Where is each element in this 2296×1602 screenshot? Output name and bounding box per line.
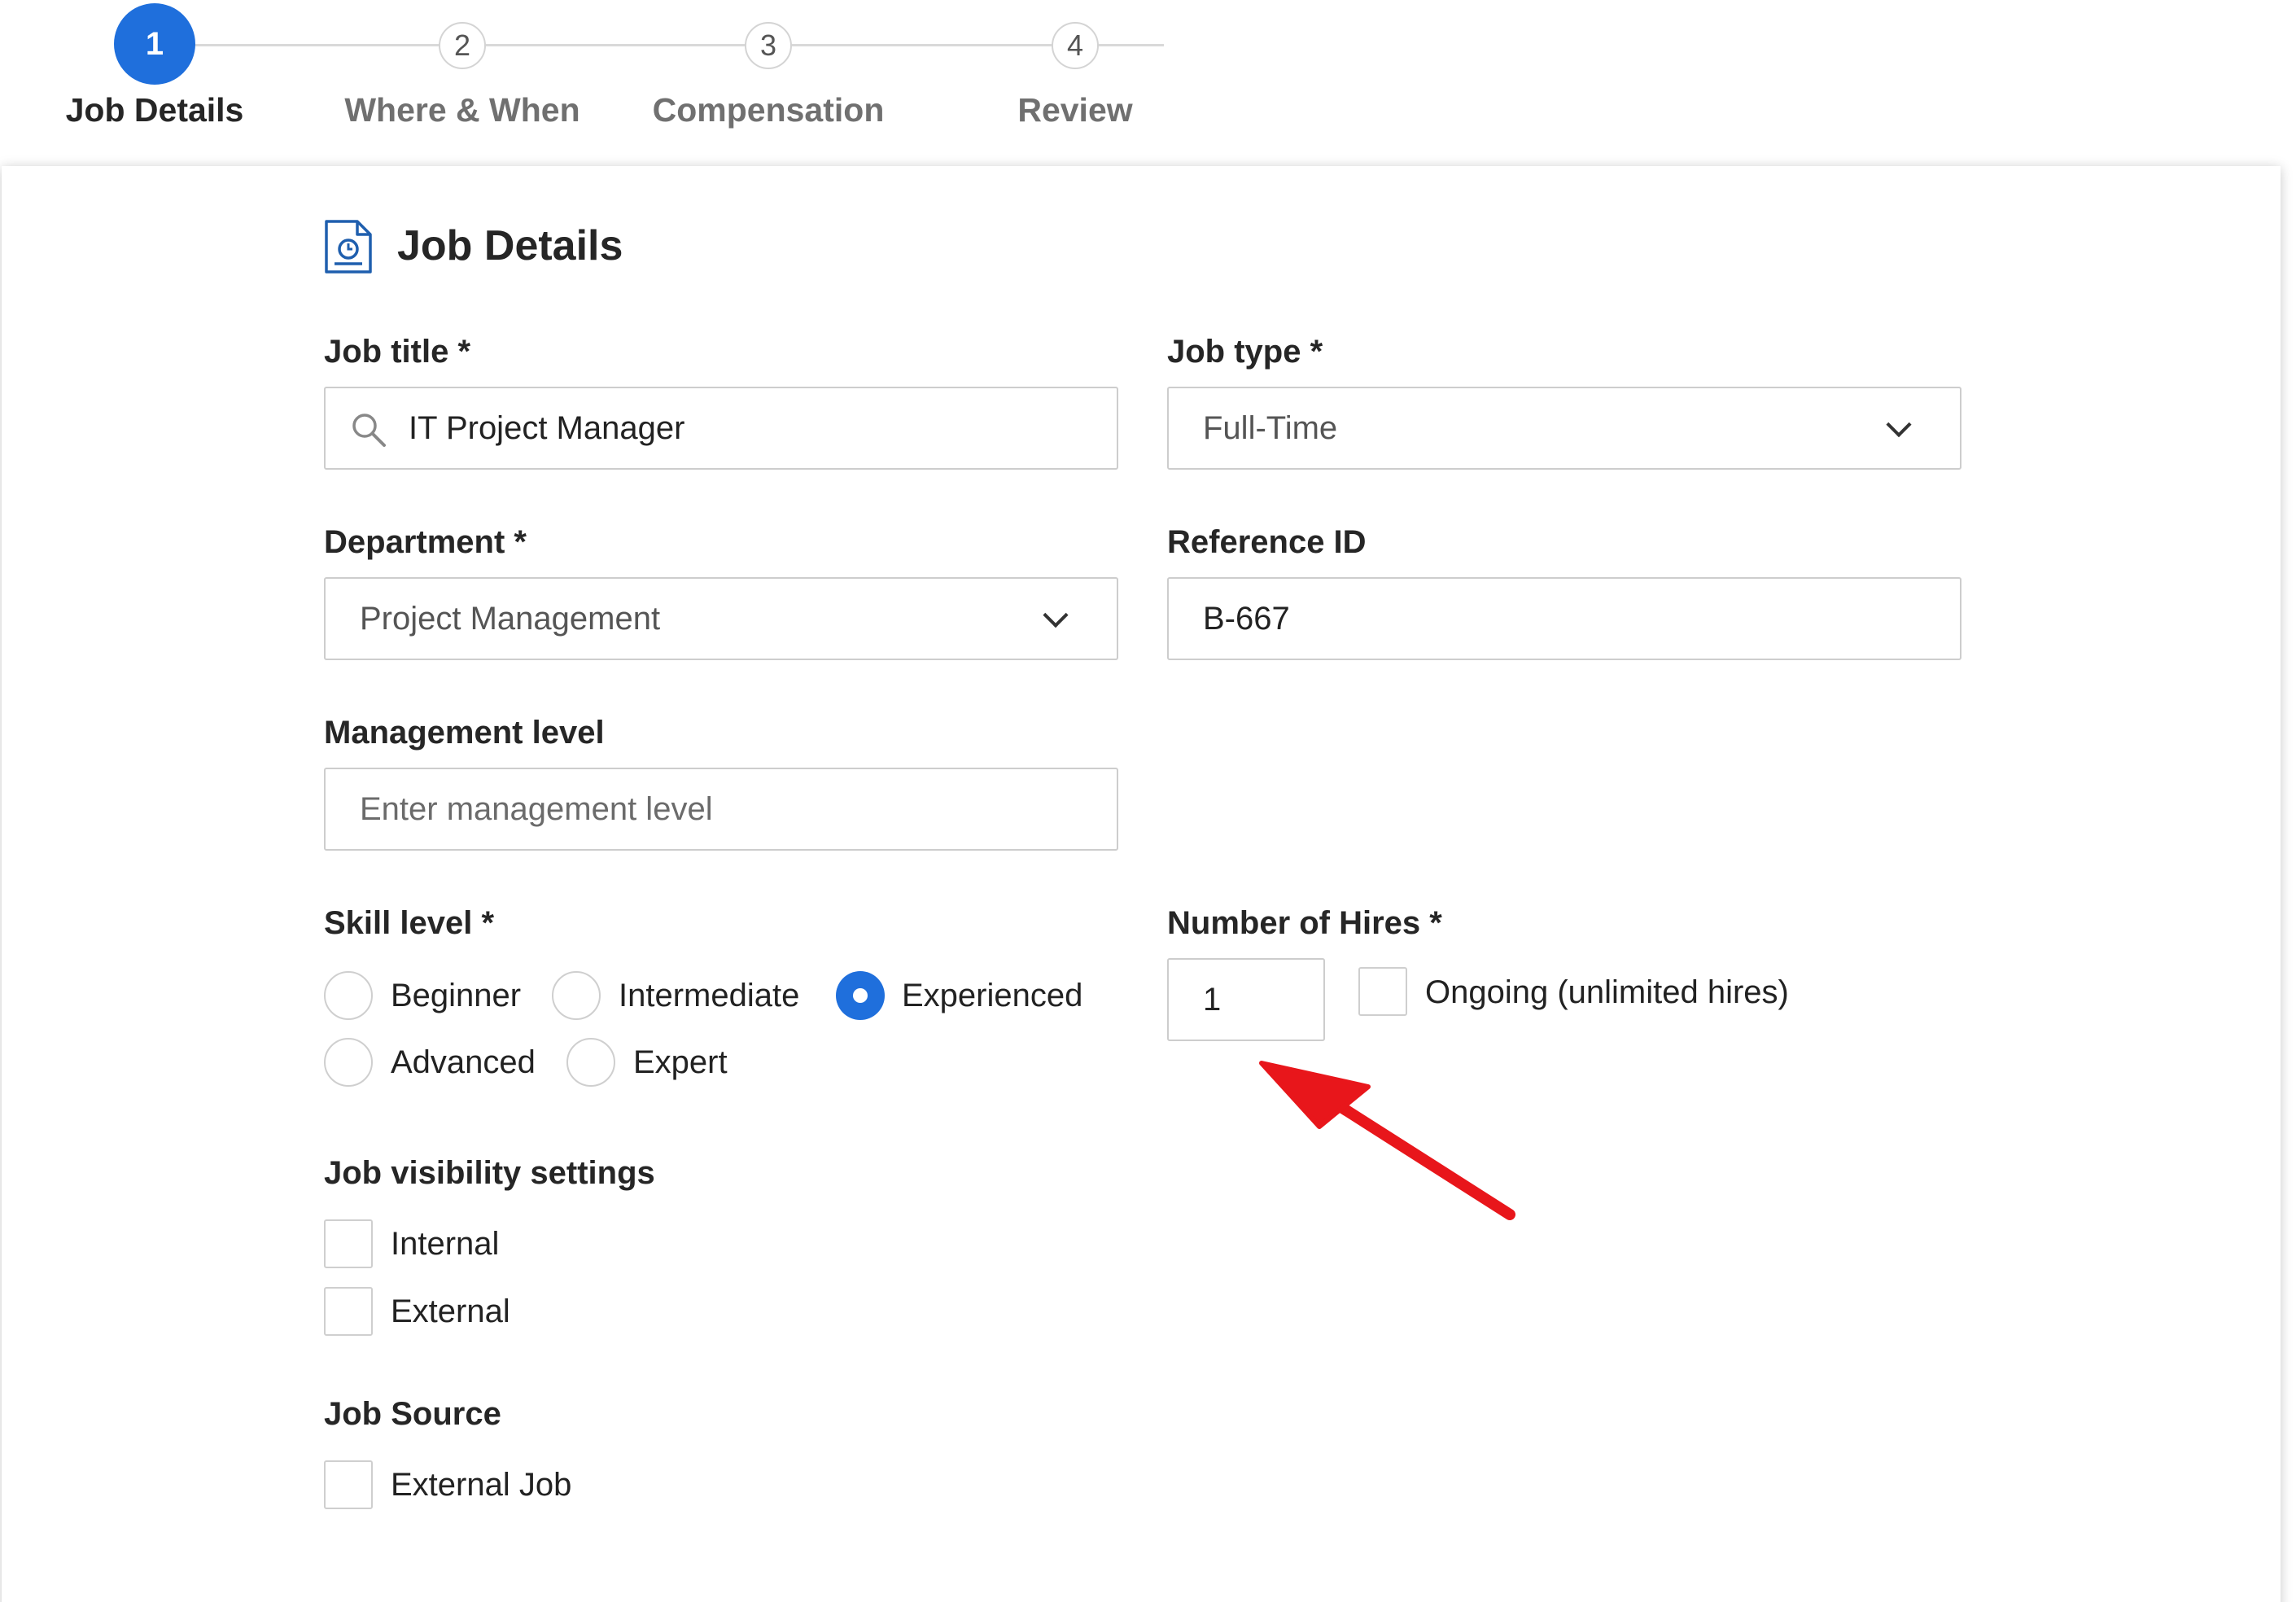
annotation-arrow-icon — [1259, 1061, 1515, 1220]
